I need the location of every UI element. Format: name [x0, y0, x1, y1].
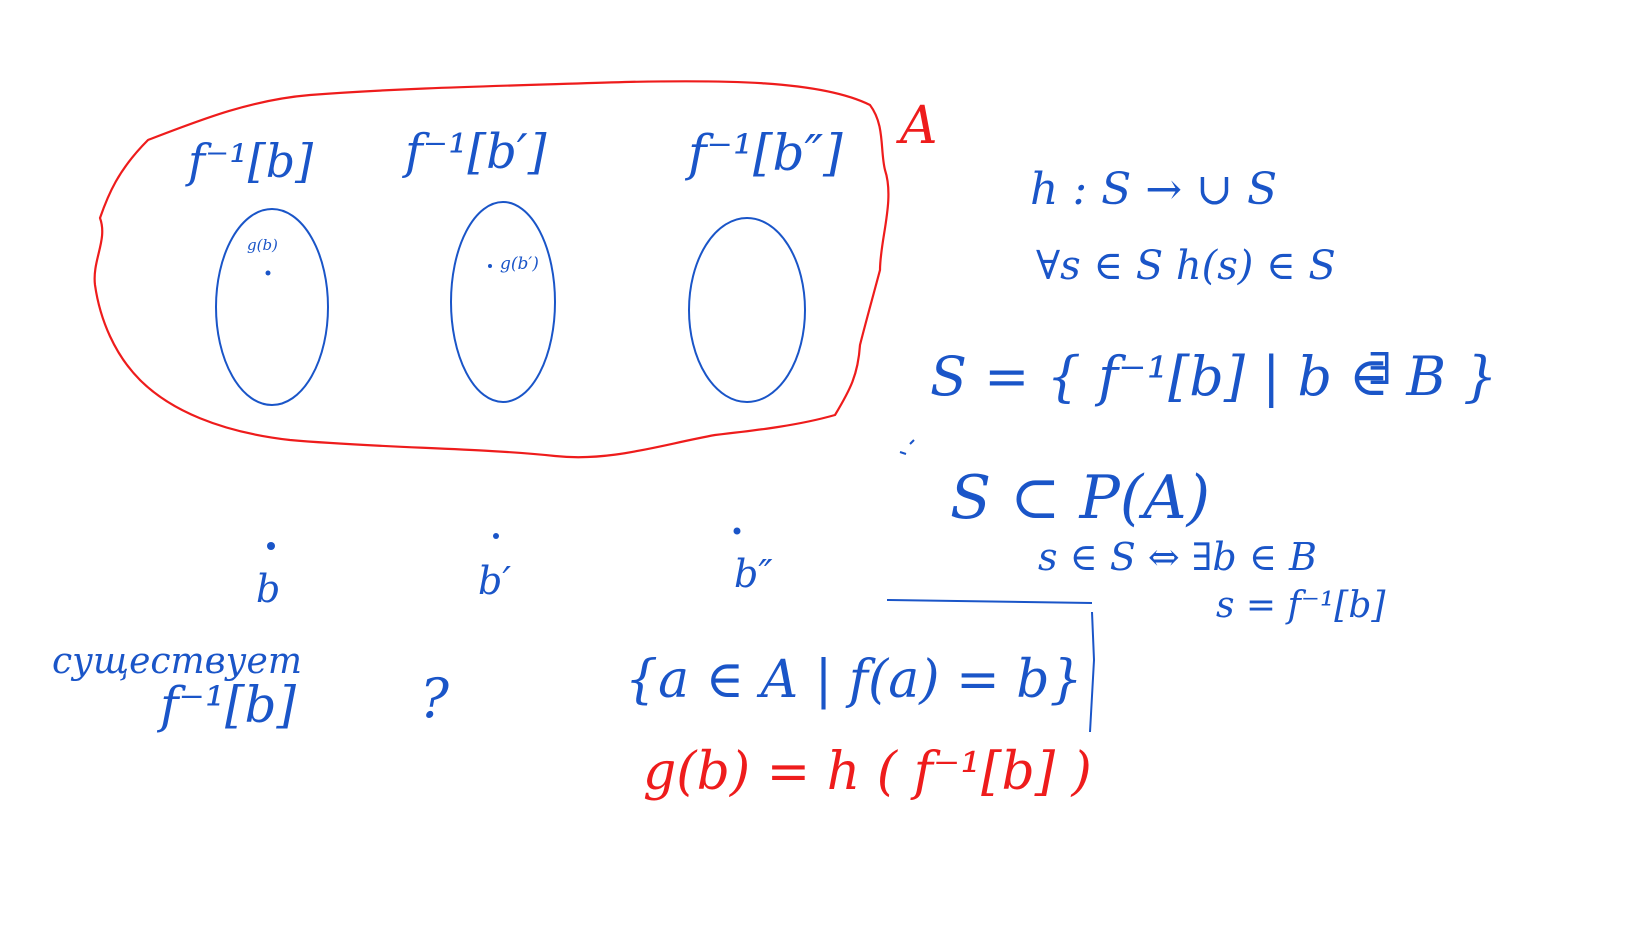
codomain-point-dot: [267, 542, 275, 550]
chosen-point-dot: [488, 264, 492, 268]
preimage-set-note: {a ∈ A | f(a) = b}: [625, 650, 1083, 710]
codomain-point-dot: [733, 527, 741, 535]
exists-preimage: f⁻¹[b]: [160, 676, 296, 734]
membership-note: s ∈ S ⇔ ∃b ∈ B: [1038, 535, 1317, 579]
subset-note: S ⊂ P(A): [950, 463, 1211, 533]
choice-function-note: h : S → ∪ S: [1030, 164, 1278, 215]
g-definition-note: g(b) = h ( f⁻¹[b] ): [643, 742, 1092, 802]
set-a-label: A: [900, 96, 938, 156]
question-mark: ?: [420, 667, 449, 730]
codomain-point-b-prime: b′: [478, 559, 511, 603]
preimage-label-b: f⁻¹[b]: [188, 134, 314, 188]
set-bracket-stroke: [1089, 611, 1096, 733]
dash-mark: [909, 439, 915, 445]
choice-property-note: ∀s ∈ S h(s) ∈ S: [1036, 243, 1336, 289]
codomain-point-dot: [493, 533, 499, 539]
membership-continuation-note: s = f⁻¹[b]: [1216, 585, 1386, 626]
family-definition-note: S = { f⁻¹[b] | b ∈ B }: [930, 345, 1498, 408]
fiber-ellipse-b-prime: [450, 201, 556, 403]
chosen-point-label-b-prime: g(b′): [500, 254, 539, 274]
exists-word: существует: [52, 641, 302, 682]
separator-line: [886, 599, 1093, 604]
fiber-ellipse-b-double-prime: [688, 217, 806, 403]
chosen-point-dot: [265, 270, 271, 276]
codomain-point-b-double-prime: b″: [734, 552, 773, 596]
preimage-label-b-double-prime: f⁻¹[b″]: [688, 124, 843, 182]
dash-mark: [899, 451, 907, 455]
trailing-symbol-note: ∃: [1368, 344, 1392, 395]
chosen-point-label-b: g(b): [247, 236, 278, 254]
preimage-label-b-prime: f⁻¹[b′]: [405, 124, 547, 180]
codomain-point-b: b: [256, 567, 281, 611]
